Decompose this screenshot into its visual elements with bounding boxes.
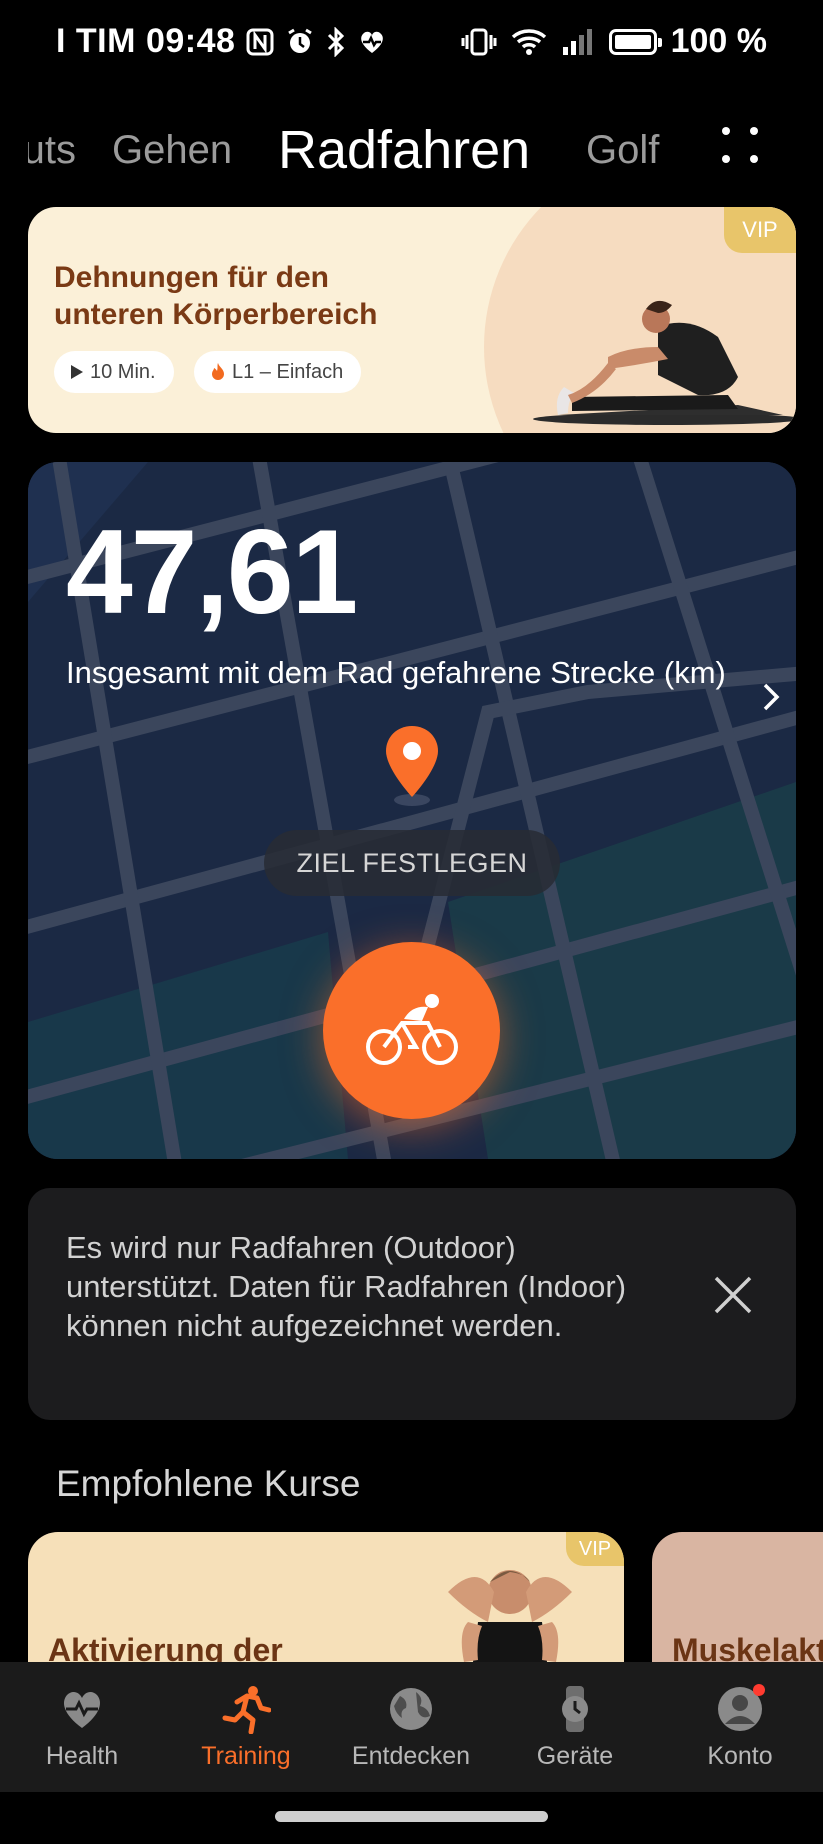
cyclist-icon [365, 993, 458, 1065]
total-distance-value: 47,61 [66, 505, 358, 639]
sport-tabs: uts Gehen Radfahren Golf [0, 105, 823, 195]
duration-label: 10 Min. [90, 361, 156, 383]
vip-badge: VIP [566, 1532, 624, 1566]
bluetooth-icon [328, 26, 345, 57]
flame-icon [212, 363, 224, 380]
start-cycling-button[interactable] [323, 942, 500, 1119]
nav-konto[interactable]: Konto [658, 1662, 822, 1792]
battery-level [614, 34, 651, 49]
nav-health-label: Health [45, 1742, 119, 1770]
notice-text: Es wird nur Radfahren (Outdoor) unterstü… [66, 1230, 627, 1343]
heart-pulse-icon [63, 1691, 101, 1728]
tab-gehen[interactable]: Gehen [112, 105, 232, 195]
nav-konto-label: Konto [707, 1742, 773, 1770]
profile-icon [718, 1684, 765, 1731]
health-app-icon [361, 31, 384, 53]
tab-radfahren[interactable]: Radfahren [278, 105, 530, 195]
tab-workouts[interactable]: uts [28, 105, 76, 195]
alarm-icon [288, 28, 313, 53]
notification-dot [753, 1684, 765, 1696]
home-indicator[interactable] [275, 1811, 548, 1822]
nav-health[interactable]: Health [0, 1662, 164, 1792]
stretch-course-banner[interactable]: Dehnungen für den unteren Körperbereich … [28, 207, 796, 433]
more-sports-button[interactable] [722, 127, 762, 167]
clock: 09:48 [145, 22, 236, 60]
level-pill: L1 – Einfach [194, 351, 362, 393]
status-left: I TIM 09:48 [56, 22, 387, 61]
vibrate-icon [461, 28, 497, 55]
location-pin-icon [386, 726, 438, 806]
banner-title: Dehnungen für den unteren Körperbereich [54, 261, 378, 331]
tab-workouts-label: uts [28, 128, 76, 172]
nav-entdecken-label: Entdecken [351, 1742, 471, 1770]
stretching-woman-illustration [533, 300, 796, 425]
watch-icon [562, 1686, 588, 1732]
running-icon [222, 1686, 271, 1734]
nav-training-label: Training [201, 1742, 291, 1770]
close-icon[interactable] [708, 1270, 758, 1320]
level-label: L1 – Einfach [232, 361, 344, 383]
tab-golf[interactable]: Golf [586, 105, 659, 195]
wifi-icon [511, 28, 546, 55]
status-bar: I TIM 09:48 100 % [0, 0, 823, 92]
nav-entdecken[interactable]: Entdecken [329, 1662, 493, 1792]
set-goal-button[interactable]: ZIEL FESTLEGEN [264, 830, 560, 896]
status-right: 100 % [461, 22, 767, 61]
cycling-summary-card[interactable]: 47,61 Insgesamt mit dem Rad gefahrene St… [28, 462, 796, 1159]
duration-pill: 10 Min. [54, 351, 174, 393]
nav-training[interactable]: Training [164, 1662, 328, 1792]
nfc-icon [246, 28, 274, 55]
nav-geraete-label: Geräte [536, 1742, 614, 1770]
chevron-right-icon[interactable] [760, 680, 782, 714]
signal-icon [562, 28, 592, 55]
indoor-cycling-notice: Es wird nur Radfahren (Outdoor) unterstü… [28, 1188, 796, 1420]
carrier-label: I TIM [56, 22, 136, 60]
battery-percent: 100 % [670, 22, 767, 60]
globe-icon [390, 1688, 432, 1730]
play-icon [71, 365, 83, 379]
vip-badge: VIP [724, 207, 796, 253]
total-distance-label: Insgesamt mit dem Rad gefahrene Strecke … [66, 655, 726, 690]
nav-geraete[interactable]: Geräte [493, 1662, 657, 1792]
recommended-courses-title: Empfohlene Kurse [56, 1463, 361, 1504]
bottom-navigation: Health Training Entdecken Geräte Konto [0, 1662, 823, 1792]
battery-icon [608, 28, 662, 55]
